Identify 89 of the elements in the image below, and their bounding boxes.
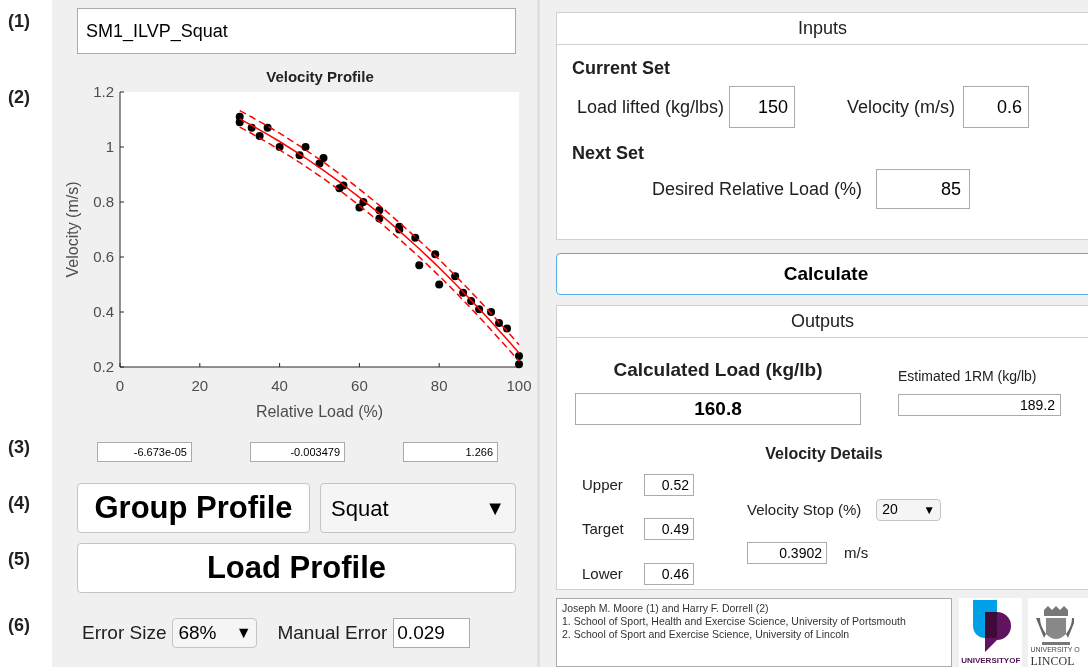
- field-label: Velocity Stop (%): [747, 499, 862, 520]
- data-point: [235, 118, 244, 127]
- data-point: [475, 305, 484, 314]
- tick-label: 100: [506, 377, 532, 394]
- data-point: [275, 143, 284, 151]
- dropdown-value: 68%: [178, 620, 217, 645]
- velocity-field[interactable]: 0.46: [644, 562, 694, 585]
- manual-error-field[interactable]: 0.029: [393, 618, 471, 648]
- data-point: [431, 250, 440, 259]
- stop-velocity-field[interactable]: 0.3902: [747, 542, 827, 565]
- tick-label: 0.6: [93, 248, 114, 265]
- tick-label: 0.4: [93, 303, 114, 320]
- field-label: Error Size: [82, 620, 167, 645]
- field-label: Load lifted (kg/lbs): [577, 95, 725, 119]
- dropdown-value: Squat: [331, 494, 389, 523]
- data-point: [451, 272, 460, 281]
- section-heading: Current Set: [572, 57, 671, 80]
- exercise-dropdown[interactable]: Squat ▼: [320, 483, 516, 533]
- credit-line: Joseph M. Moore (1) and Harry F. Dorrell (2): [562, 602, 770, 615]
- row-number: (2): [8, 87, 30, 107]
- panel-title: Inputs: [557, 13, 1088, 45]
- data-point: [339, 181, 348, 190]
- data-point: [263, 123, 272, 132]
- caret-icon: ▼: [923, 500, 936, 519]
- output-heading: Calculated Load (kg/lb): [613, 358, 823, 382]
- field-label: Velocity (m/s): [847, 95, 956, 119]
- number-field[interactable]: 0.6: [963, 86, 1030, 128]
- data-point: [411, 233, 420, 242]
- data-point: [503, 324, 512, 333]
- axis-label: Relative Load (%): [255, 403, 384, 420]
- section-heading: Next Set: [572, 142, 646, 165]
- logo-icon: [970, 600, 1011, 652]
- tick-label: 1.2: [93, 83, 114, 100]
- group-profile-button[interactable]: Group Profile: [77, 483, 310, 533]
- caret-icon: ▼: [485, 493, 505, 523]
- estimated-1rm-field[interactable]: 189.2: [898, 394, 1061, 416]
- row-number: (3): [8, 437, 30, 457]
- coefficient-field[interactable]: -6.673e-05: [97, 442, 192, 462]
- row-number: (6): [8, 615, 30, 635]
- name-field[interactable]: SM1_ILVP_Squat: [77, 8, 516, 54]
- field-label: Desired Relative Load (%): [652, 177, 863, 201]
- unit-label: m/s: [844, 543, 869, 563]
- row-number: (5): [8, 549, 30, 569]
- dropdown-value: 20: [882, 500, 898, 520]
- velocity-stop-dropdown[interactable]: 20 ▼: [876, 498, 942, 521]
- tick-label: 20: [191, 377, 209, 394]
- data-point: [295, 151, 304, 160]
- coefficient-field[interactable]: 1.266: [403, 442, 498, 462]
- chart-title: Velocity Profile: [266, 68, 374, 85]
- field-label: Target: [582, 519, 625, 539]
- output-label: Estimated 1RM (kg/lb): [898, 367, 1038, 386]
- field-label: Lower: [582, 563, 624, 584]
- field-label: Upper: [582, 474, 624, 495]
- tick-label: 0.8: [93, 193, 114, 210]
- crest-icon: [1034, 604, 1075, 645]
- number-field[interactable]: 85: [876, 169, 971, 209]
- velocity-field[interactable]: 0.49: [644, 518, 694, 541]
- axis-label: Velocity (m/s): [64, 181, 81, 278]
- data-point: [395, 225, 404, 234]
- calculated-load-field[interactable]: 160.8: [575, 392, 861, 425]
- logo-text: UNIVERSITYOF: [961, 655, 1021, 667]
- velocity-field[interactable]: 0.52: [644, 473, 694, 496]
- data-point: [415, 261, 424, 270]
- section-heading: Velocity Details: [764, 443, 884, 464]
- data-point: [435, 280, 444, 289]
- error-size-dropdown[interactable]: 68% ▼: [172, 618, 258, 648]
- tick-label: 60: [351, 377, 368, 394]
- tick-label: 80: [430, 377, 448, 394]
- data-point: [459, 288, 468, 297]
- data-point: [247, 123, 256, 132]
- number-field[interactable]: 150: [729, 86, 796, 128]
- coefficient-field[interactable]: -0.003479: [250, 442, 345, 462]
- load-profile-button[interactable]: Load Profile: [77, 543, 516, 593]
- calculate-button[interactable]: Calculate: [556, 253, 1088, 295]
- tick-label: 0.2: [93, 358, 114, 375]
- credit-line: 2. School of Sport and Exercise Science, University of Lincoln: [562, 628, 851, 641]
- tick-label: 1: [105, 138, 114, 155]
- tick-label: 40: [271, 377, 288, 394]
- data-point: [375, 214, 384, 223]
- logo-text: LINCOL: [1030, 655, 1075, 667]
- tick-label: 0: [115, 377, 125, 394]
- row-number: (1): [8, 11, 30, 31]
- caret-icon: ▼: [235, 621, 252, 645]
- field-label: Manual Error: [277, 620, 388, 645]
- data-point: [375, 206, 384, 215]
- credit-line: 1. School of Sport, Health and Exercise Science, University of Portsmouth: [562, 615, 907, 628]
- data-point: [487, 308, 496, 316]
- row-number: (4): [8, 493, 30, 513]
- panel-title: Outputs: [557, 306, 1088, 338]
